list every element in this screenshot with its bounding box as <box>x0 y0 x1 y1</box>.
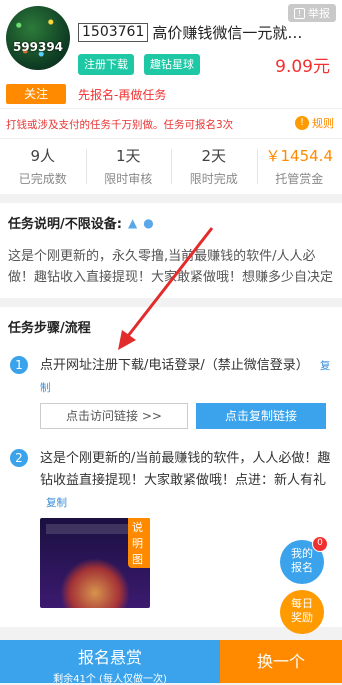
task-price: 9.09元 <box>275 52 330 77</box>
daily-reward-label: 每日 奖励 <box>291 597 313 624</box>
avatar[interactable]: 599394 <box>6 6 70 70</box>
task-title: 高价赚钱微信一元就… <box>152 22 302 43</box>
info-icon: ! <box>295 116 309 130</box>
stat-value: 2天 <box>171 145 257 166</box>
stat-label: 托管赏金 <box>257 170 342 187</box>
warning-notice: 打钱或涉及支付的任务千万别做。任务可报名3次 ! 规则 <box>0 108 342 138</box>
task-title-row: 1503761 高价赚钱微信一元就… <box>78 22 334 43</box>
step-number: 1 <box>10 356 28 374</box>
rules-link[interactable]: ! 规则 <box>295 115 334 131</box>
tag-register-download: 注册下载 <box>78 54 134 75</box>
description-title: 任务说明/不限设备: <box>8 213 122 232</box>
tag-platform: 趣钻星球 <box>144 54 200 75</box>
apply-note: 先报名-再做任务 <box>78 86 166 103</box>
bottom-action-bar: 报名悬赏 剩余41个 (每人仅做一次) 换一个 <box>0 640 342 683</box>
report-button[interactable]: ! 举报 <box>288 4 336 22</box>
steps-title: 任务步骤/流程 <box>8 317 334 336</box>
step-text: 点开网址注册下载/电话登录/（禁止微信登录） <box>40 358 309 373</box>
apply-count-badge: 0 <box>312 536 328 552</box>
copy-link-button[interactable]: 点击复制链接 <box>196 403 326 429</box>
example-tag: 说明图 <box>128 518 150 568</box>
visit-link-button[interactable]: 点击访问链接 >> <box>40 403 188 429</box>
stat-completed: 9人 已完成数 <box>0 139 86 194</box>
copy-button[interactable]: 复制 <box>46 497 67 509</box>
follow-button[interactable]: 关注 <box>6 84 66 104</box>
stat-label: 已完成数 <box>0 170 86 187</box>
stat-escrow-reward: ￥1454.4 托管赏金 <box>257 139 342 194</box>
step-1: 1 点开网址注册下载/电话登录/（禁止微信登录） 复制 点击访问链接 >> 点击… <box>8 354 334 429</box>
avatar-decoration <box>6 6 70 70</box>
stat-label: 限时审核 <box>86 170 172 187</box>
avatar-text: 599394 <box>6 40 70 54</box>
stat-label: 限时完成 <box>171 170 257 187</box>
switch-task-button[interactable]: 换一个 <box>220 640 342 683</box>
task-description-section: 任务说明/不限设备: ▲ ● 这是个刚更新的，永久零撸,当前最赚钱的软件/人人必… <box>0 203 342 298</box>
step-number: 2 <box>10 449 28 467</box>
screenshot-graphic <box>60 558 130 608</box>
report-label: 举报 <box>308 5 330 21</box>
stat-value: 1天 <box>86 145 172 166</box>
apple-icon: ● <box>143 216 153 230</box>
rules-label: 规则 <box>312 115 334 131</box>
section-title: 任务说明/不限设备: ▲ ● <box>8 213 334 232</box>
my-apply-float-button[interactable]: 我的 报名 0 <box>280 540 324 584</box>
warning-text: 打钱或涉及支付的任务千万别做。任务可报名3次 <box>6 117 233 132</box>
report-icon: ! <box>294 8 305 19</box>
stat-value: ￥1454.4 <box>257 145 342 166</box>
task-id: 1503761 <box>78 23 148 42</box>
stat-value: 9人 <box>0 145 86 166</box>
android-icon: ▲ <box>128 216 137 230</box>
my-apply-label: 我的 报名 <box>291 547 313 574</box>
daily-reward-float-button[interactable]: 每日 奖励 <box>280 590 324 634</box>
link-actions: 点击访问链接 >> 点击复制链接 <box>40 403 334 429</box>
task-stats: 9人 已完成数 1天 限时审核 2天 限时完成 ￥1454.4 托管赏金 <box>0 138 342 194</box>
stat-complete-limit: 2天 限时完成 <box>171 139 257 194</box>
example-screenshot[interactable]: 说明图 <box>40 518 150 608</box>
stat-review-limit: 1天 限时审核 <box>86 139 172 194</box>
signup-label: 报名悬赏 <box>0 644 220 668</box>
step-2: 2 这是个刚更新的/当前最赚钱的软件，人人必做！趣钻收益直接提现！大家敢紧做哦！… <box>8 447 334 608</box>
signup-button[interactable]: 报名悬赏 剩余41个 (每人仅做一次) <box>0 640 220 683</box>
task-header: 599394 关注 ! 举报 1503761 高价赚钱微信一元就… 注册下载 趣… <box>0 0 342 108</box>
step-text: 这是个刚更新的/当前最赚钱的软件，人人必做！趣钻收益直接提现！大家敢紧做哦！点进… <box>40 451 330 488</box>
description-text: 这是个刚更新的，永久零撸,当前最赚钱的软件/人人必做！趣钻收入直接提现！大家敢紧… <box>8 246 334 288</box>
